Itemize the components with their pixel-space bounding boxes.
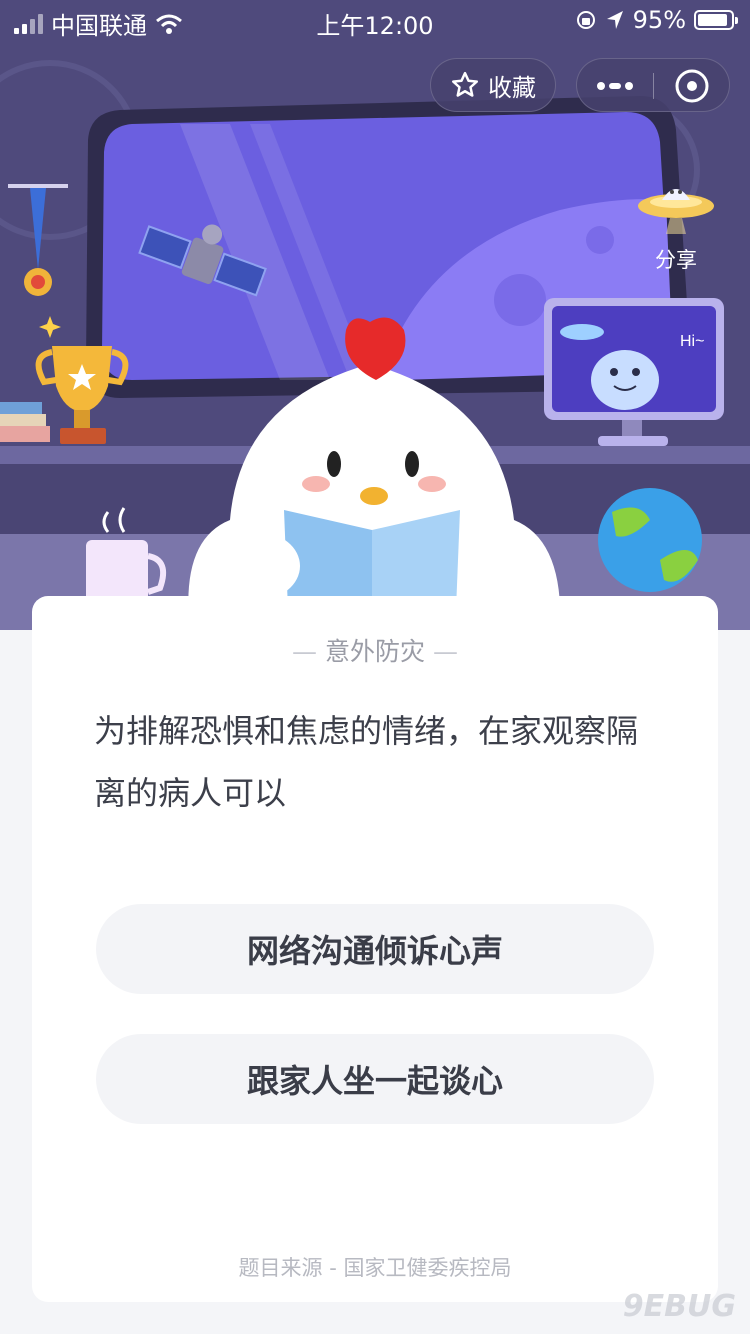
quiz-question: 为排解恐惧和焦虑的情绪，在家观察隔离的病人可以	[94, 712, 639, 812]
quiz-card: — 意外防灾 — 为排解恐惧和焦虑的情绪，在家观察隔离的病人可以 网络沟通倾诉心…	[32, 596, 718, 1302]
battery-icon	[694, 10, 738, 30]
favorite-button[interactable]: 收藏	[430, 58, 556, 112]
favorite-label: 收藏	[488, 73, 536, 102]
answer-option-2[interactable]: 跟家人坐一起谈心	[96, 1034, 654, 1124]
close-circle-icon	[675, 69, 709, 103]
status-bar: 中国联通 上午12:00 95%	[0, 0, 750, 42]
status-right: 95%	[575, 6, 738, 34]
category-dash-left: —	[292, 637, 325, 666]
category-label: 意外防灾	[324, 637, 425, 666]
share-label: 分享	[655, 248, 697, 272]
miniprogram-capsule	[576, 58, 730, 112]
site-watermark: 9EBUG	[622, 1289, 736, 1324]
category-dash-right: —	[425, 637, 458, 666]
answer-option-1[interactable]: 网络沟通倾诉心声	[96, 904, 654, 994]
close-button[interactable]	[654, 59, 730, 113]
question-source: 题目来源 - 国家卫健委疾控局	[238, 1256, 512, 1280]
ufo-share-icon	[638, 189, 714, 234]
star-icon	[452, 71, 478, 97]
share-button[interactable]: 分享	[638, 178, 730, 278]
answer-option-label: 跟家人坐一起谈心	[246, 1062, 503, 1100]
quiz-category: — 意外防灾 —	[32, 632, 718, 668]
orientation-lock-icon	[576, 11, 595, 29]
more-button[interactable]	[577, 59, 653, 113]
answer-option-label: 网络沟通倾诉心声	[246, 932, 503, 970]
monitor-greeting: Hi~	[680, 333, 704, 350]
battery-percent: 95%	[632, 6, 686, 34]
more-dots-icon	[597, 82, 633, 90]
location-icon	[606, 11, 623, 29]
